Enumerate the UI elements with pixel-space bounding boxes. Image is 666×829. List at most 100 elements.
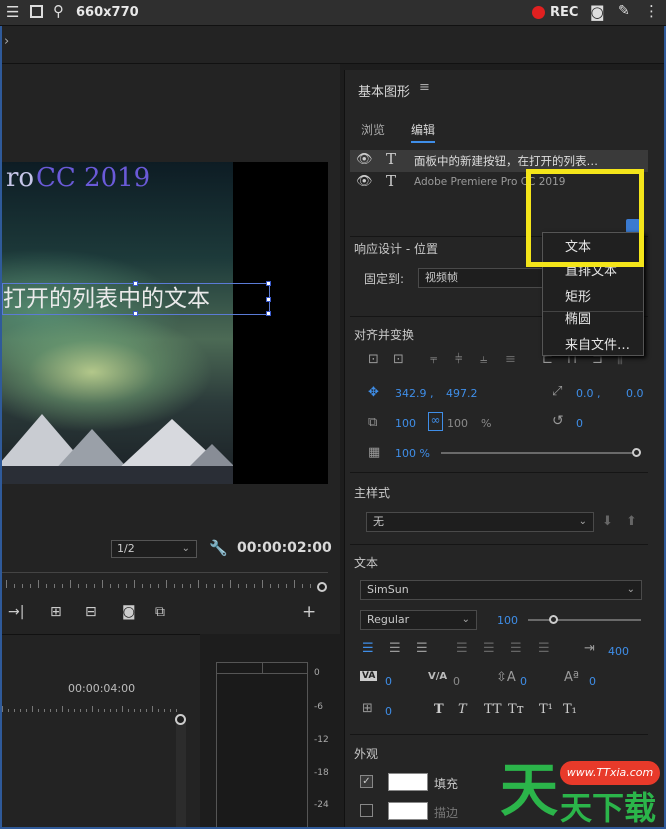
position-y[interactable]: 497.2 bbox=[446, 387, 478, 400]
align-vertical-center-icon[interactable]: ⊡ bbox=[368, 352, 379, 367]
baseline-shift-value[interactable]: 0 bbox=[589, 675, 596, 688]
resize-handle[interactable] bbox=[266, 311, 271, 316]
chevron-down-icon: ⌄ bbox=[181, 543, 190, 554]
arrow-up-icon[interactable]: ⬆ bbox=[626, 514, 637, 529]
kerning-value[interactable]: 0 bbox=[385, 675, 392, 688]
tracking-icon: V/A bbox=[428, 671, 448, 682]
tsume-value[interactable]: 0 bbox=[385, 705, 392, 718]
faux-bold-button[interactable]: T bbox=[434, 702, 444, 717]
font-size-value[interactable]: 100 bbox=[497, 614, 518, 627]
fill-color-swatch[interactable] bbox=[388, 773, 428, 791]
link-scale-icon[interactable]: ∞ bbox=[428, 412, 443, 431]
align-text-right-icon[interactable]: ☰ bbox=[416, 641, 428, 656]
font-size-slider[interactable] bbox=[528, 619, 641, 621]
camera-icon[interactable]: ◙ bbox=[590, 3, 605, 21]
monitor-time-ruler[interactable] bbox=[2, 572, 328, 594]
zoom-select[interactable]: 1/2 ⌄ bbox=[111, 540, 197, 558]
eye-icon[interactable]: 👁 bbox=[356, 174, 373, 189]
comparison-view-icon[interactable]: ⧉ bbox=[155, 604, 165, 620]
superscript-button[interactable]: T¹ bbox=[539, 702, 553, 717]
leading-value[interactable]: 0 bbox=[520, 675, 527, 688]
video-text-box[interactable]: 打开的列表中的文本 bbox=[2, 281, 271, 316]
ruler-tick bbox=[190, 584, 191, 588]
ruler-tick bbox=[142, 584, 143, 588]
align-middle-icon[interactable]: ⫩ bbox=[455, 352, 462, 367]
timeline-zoom-knob[interactable] bbox=[175, 714, 186, 725]
rec-label[interactable]: REC bbox=[550, 5, 578, 20]
more-icon[interactable]: ⋮ bbox=[644, 2, 659, 20]
expand-icon[interactable]: › bbox=[4, 34, 9, 49]
arrow-down-icon[interactable]: ⬇ bbox=[602, 514, 613, 529]
go-to-out-icon[interactable]: →| bbox=[8, 604, 24, 620]
eye-icon[interactable]: 👁 bbox=[356, 152, 373, 167]
position-x[interactable]: 342.9 , bbox=[395, 387, 433, 400]
add-button-icon[interactable]: + bbox=[302, 602, 316, 622]
wrench-icon[interactable]: 🔧 bbox=[209, 539, 228, 557]
playhead-timecode[interactable]: 00:00:02:00 bbox=[237, 540, 332, 556]
ruler-tick bbox=[126, 584, 127, 588]
stroke-color-swatch[interactable] bbox=[388, 802, 428, 820]
opacity-slider-knob[interactable] bbox=[632, 448, 641, 457]
ruler-tick bbox=[78, 584, 79, 588]
align-horizontal-center-icon[interactable]: ⊡ bbox=[393, 352, 404, 367]
pen-icon[interactable]: ✎ bbox=[618, 3, 630, 19]
resize-handle[interactable] bbox=[133, 281, 138, 286]
justify-left-icon[interactable]: ☰ bbox=[456, 641, 468, 656]
menu-item-rectangle[interactable]: 矩形 bbox=[565, 286, 591, 305]
font-size-slider-knob[interactable] bbox=[549, 615, 558, 624]
record-dot-icon[interactable] bbox=[532, 6, 545, 19]
rotation-value[interactable]: 0 bbox=[576, 417, 583, 430]
anchor-y[interactable]: 0.0 bbox=[626, 387, 644, 400]
watermark: 天 www.TTxia.com 天下载 bbox=[500, 755, 666, 829]
scale-value-2[interactable]: 100 bbox=[447, 417, 468, 430]
align-text-left-icon[interactable]: ☰ bbox=[362, 641, 374, 656]
align-top-icon[interactable]: ⫧ bbox=[430, 352, 437, 367]
justify-center-icon[interactable]: ☰ bbox=[483, 641, 495, 656]
search-icon[interactable]: ⚲ bbox=[53, 2, 64, 20]
export-frame-icon[interactable]: ◙ bbox=[122, 604, 136, 620]
anchor-x[interactable]: 0.0 , bbox=[576, 387, 601, 400]
menu-item-ellipse[interactable]: 椭圆 bbox=[565, 308, 591, 327]
subscript-button[interactable]: T₁ bbox=[563, 702, 577, 717]
opacity-value[interactable]: 100 % bbox=[395, 447, 430, 460]
resize-handle[interactable] bbox=[266, 281, 271, 286]
master-style-select[interactable]: 无 ⌄ bbox=[366, 512, 594, 532]
tab-edit[interactable]: 编辑 bbox=[411, 121, 436, 143]
tab-width-value[interactable]: 400 bbox=[608, 645, 629, 658]
fill-checkbox[interactable]: ✓ bbox=[360, 775, 373, 788]
scale-value[interactable]: 100 bbox=[395, 417, 416, 430]
menu-item-from-file[interactable]: 来自文件… bbox=[565, 334, 630, 353]
opacity-slider[interactable] bbox=[441, 452, 633, 454]
menu-icon[interactable]: ☰ bbox=[6, 3, 19, 21]
ruler-tick bbox=[62, 584, 63, 588]
stroke-checkbox[interactable] bbox=[360, 804, 373, 817]
window-icon[interactable] bbox=[30, 5, 43, 18]
font-style-select[interactable]: Regular ⌄ bbox=[360, 610, 477, 630]
justify-right-icon[interactable]: ☰ bbox=[510, 641, 522, 656]
panel-menu-icon[interactable]: ≡ bbox=[419, 80, 430, 95]
ruler-tick bbox=[182, 584, 183, 588]
font-select[interactable]: SimSun ⌄ bbox=[360, 580, 642, 600]
lift-icon[interactable]: ⊞ bbox=[50, 604, 62, 620]
timeline-ruler[interactable] bbox=[2, 700, 182, 712]
small-caps-button[interactable]: Tт bbox=[508, 702, 524, 717]
ruler-tick bbox=[174, 584, 175, 588]
align-bottom-icon[interactable]: ⫨ bbox=[480, 352, 487, 367]
pin-to-select[interactable]: 视频帧 bbox=[418, 268, 548, 288]
playhead-knob[interactable] bbox=[317, 582, 327, 592]
timeline-scrollbar[interactable] bbox=[176, 718, 186, 829]
resize-handle[interactable] bbox=[133, 311, 138, 316]
ruler-tick bbox=[176, 709, 177, 712]
tab-browse[interactable]: 浏览 bbox=[361, 121, 385, 138]
meter-label: -12 bbox=[314, 735, 329, 745]
justify-all-icon[interactable]: ☰ bbox=[538, 641, 550, 656]
resize-handle[interactable] bbox=[266, 297, 271, 302]
ruler-tick bbox=[20, 709, 21, 712]
ruler-tick bbox=[44, 709, 45, 712]
distribute-vertical-icon[interactable]: ≡ bbox=[505, 352, 516, 367]
tracking-value[interactable]: 0 bbox=[453, 675, 460, 688]
all-caps-button[interactable]: TT bbox=[484, 702, 502, 717]
extract-icon[interactable]: ⊟ bbox=[85, 604, 97, 620]
align-text-center-icon[interactable]: ☰ bbox=[389, 641, 401, 656]
faux-italic-button[interactable]: T bbox=[458, 702, 467, 717]
